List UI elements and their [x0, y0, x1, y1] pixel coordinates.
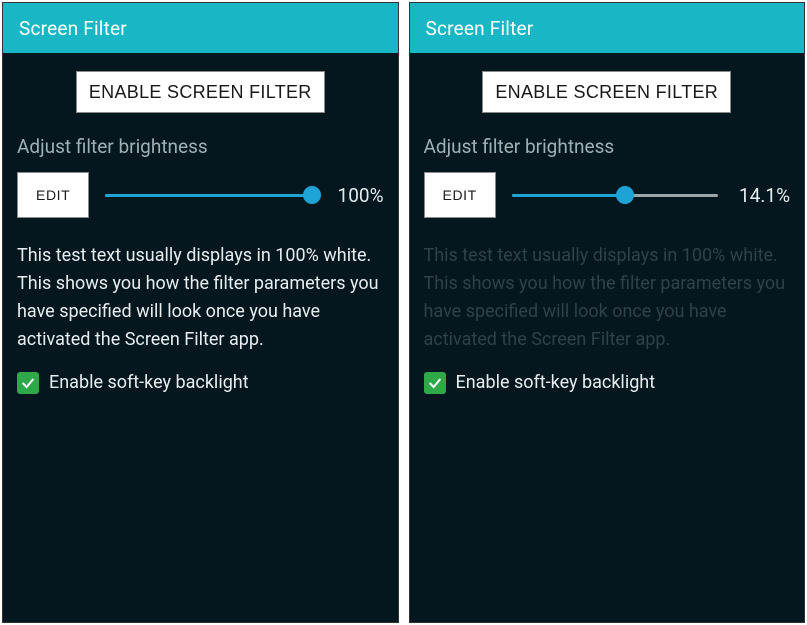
- enable-button-row: ENABLE SCREEN FILTER: [17, 71, 384, 113]
- slider-thumb[interactable]: [616, 186, 634, 204]
- brightness-slider[interactable]: [512, 183, 718, 207]
- softkey-backlight-checkbox[interactable]: [17, 372, 39, 394]
- softkey-backlight-label: Enable soft-key backlight: [49, 372, 249, 393]
- content-area: ENABLE SCREEN FILTER Adjust filter brigh…: [410, 53, 805, 404]
- softkey-backlight-checkbox-row[interactable]: Enable soft-key backlight: [424, 372, 791, 394]
- screen-filter-panel-right: Screen Filter ENABLE SCREEN FILTER Adjus…: [409, 2, 806, 623]
- brightness-slider[interactable]: [105, 183, 311, 207]
- screen-filter-panel-left: Screen Filter ENABLE SCREEN FILTER Adjus…: [2, 2, 399, 623]
- brightness-percent-label: 14.1%: [734, 184, 790, 207]
- content-area: ENABLE SCREEN FILTER Adjust filter brigh…: [3, 53, 398, 404]
- brightness-section-label: Adjust filter brightness: [424, 135, 791, 158]
- brightness-slider-row: EDIT 14.1%: [424, 172, 791, 218]
- enable-button-row: ENABLE SCREEN FILTER: [424, 71, 791, 113]
- edit-button[interactable]: EDIT: [17, 172, 89, 218]
- edit-button[interactable]: EDIT: [424, 172, 496, 218]
- enable-screen-filter-button[interactable]: ENABLE SCREEN FILTER: [76, 71, 325, 113]
- enable-screen-filter-button[interactable]: ENABLE SCREEN FILTER: [482, 71, 731, 113]
- brightness-slider-row: EDIT 100%: [17, 172, 384, 218]
- slider-track-fill: [512, 194, 625, 197]
- checkmark-icon: [20, 375, 36, 391]
- brightness-section-label: Adjust filter brightness: [17, 135, 384, 158]
- checkmark-icon: [427, 375, 443, 391]
- slider-track-fill: [105, 194, 311, 197]
- brightness-percent-label: 100%: [328, 184, 384, 207]
- preview-test-text: This test text usually displays in 100% …: [17, 242, 384, 354]
- softkey-backlight-checkbox-row[interactable]: Enable soft-key backlight: [17, 372, 384, 394]
- slider-thumb[interactable]: [303, 186, 321, 204]
- softkey-backlight-checkbox[interactable]: [424, 372, 446, 394]
- app-title: Screen Filter: [3, 3, 398, 53]
- softkey-backlight-label: Enable soft-key backlight: [456, 372, 656, 393]
- app-title: Screen Filter: [410, 3, 805, 53]
- preview-test-text: This test text usually displays in 100% …: [424, 242, 791, 354]
